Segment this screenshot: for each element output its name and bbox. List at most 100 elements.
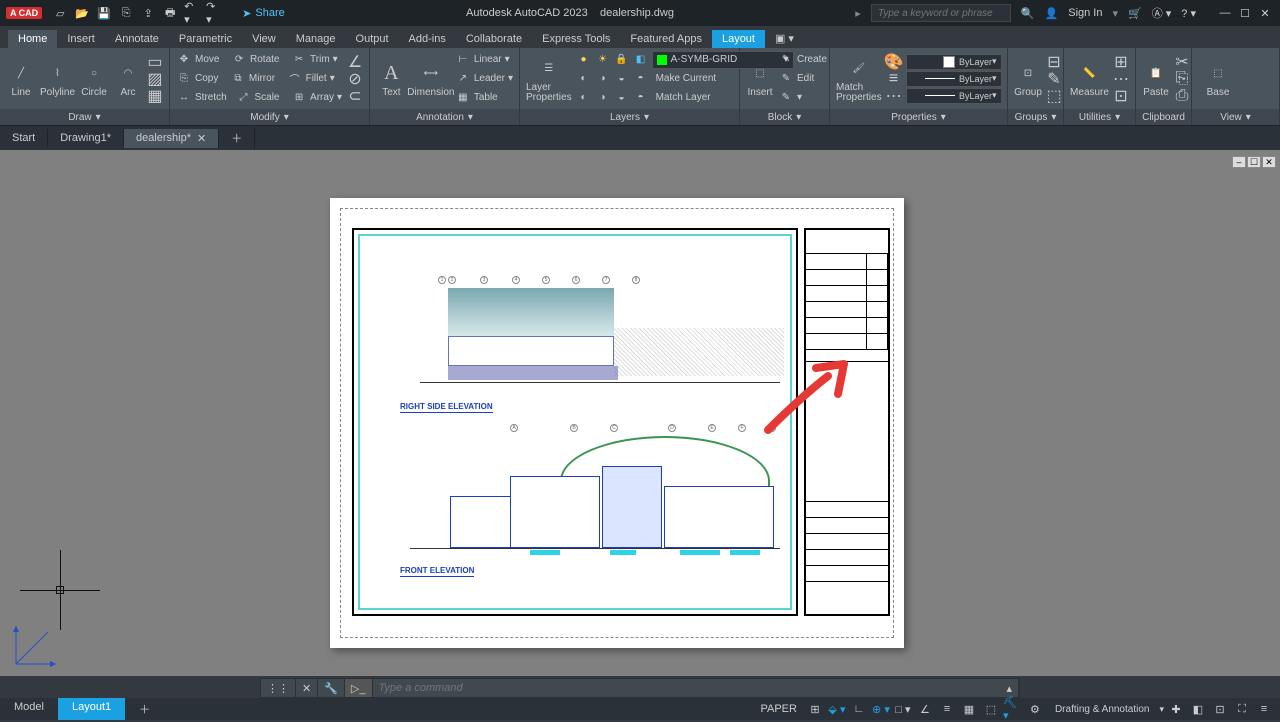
array-icon[interactable]: ⊞ [291, 90, 307, 106]
minimize-button[interactable]: — [1216, 5, 1234, 21]
match-layer-button[interactable]: Match Layer [656, 92, 711, 103]
layer-off-icon[interactable]: ● [576, 52, 592, 68]
insert-button[interactable]: ⬚Insert [746, 59, 774, 98]
inner-close[interactable]: ✕ [1262, 156, 1276, 168]
line-button[interactable]: ╱Line [6, 59, 36, 98]
layer-freeze-icon[interactable]: ☀ [595, 52, 611, 68]
grid-icon[interactable]: ⊞ [805, 700, 825, 718]
help-icon[interactable]: ? ▾ [1181, 7, 1196, 20]
tab-insert[interactable]: Insert [57, 30, 105, 48]
search-input[interactable] [871, 4, 1011, 22]
ungroup-icon[interactable]: ⊟ [1046, 54, 1062, 70]
stretch-button[interactable]: Stretch [195, 92, 227, 103]
workspace-select[interactable]: Drafting & Annotation [1047, 704, 1158, 715]
publish-icon[interactable]: ⇪ [140, 5, 156, 21]
scale-button[interactable]: Scale [254, 92, 279, 103]
move-button[interactable]: Move [195, 54, 219, 65]
paste-button[interactable]: 📋Paste [1142, 59, 1170, 98]
tab-express[interactable]: Express Tools [532, 30, 620, 48]
polar-icon[interactable]: ⊕ ▾ [871, 700, 891, 718]
trim-icon[interactable]: ✂ [291, 52, 307, 68]
close-tab-icon[interactable]: ✕ [197, 132, 206, 145]
layer-mic7-icon[interactable]: ◒ [614, 90, 630, 106]
create-block-button[interactable]: ✎Create [778, 51, 827, 69]
isolate-icon[interactable]: ◧ [1188, 700, 1208, 718]
cut-icon[interactable]: ✂ [1174, 54, 1190, 70]
panel-draw-label[interactable]: Draw ▾ [0, 109, 169, 125]
circle-button[interactable]: ○Circle [79, 59, 109, 98]
layer-mic3-icon[interactable]: ◒ [614, 71, 630, 87]
offset-icon[interactable]: ⊂ [347, 88, 363, 104]
filetab-dealership[interactable]: dealership*✕ [124, 129, 219, 148]
layer-mic6-icon[interactable]: ◑ [595, 90, 611, 106]
panel-view-label[interactable]: View ▾ [1192, 109, 1279, 125]
open-icon[interactable]: 📂 [74, 5, 90, 21]
ortho-icon[interactable]: ∟ [849, 700, 869, 718]
user-icon[interactable]: 👤 [1045, 7, 1059, 20]
edit-block-button[interactable]: ✎Edit [778, 70, 827, 88]
make-current-button[interactable]: Make Current [656, 73, 717, 84]
cart-icon[interactable]: 🛒 [1128, 7, 1142, 20]
trim-button[interactable]: Trim [310, 54, 330, 65]
tab-extra[interactable]: ▣ ▾ [765, 29, 804, 48]
dimension-button[interactable]: ⟷Dimension [411, 59, 451, 98]
new-layout-tab[interactable]: ＋ [125, 698, 164, 720]
search-arrow-icon[interactable]: ▸ [855, 7, 861, 20]
rotate-button[interactable]: Rotate [250, 54, 279, 65]
match-properties-button[interactable]: 🖌Match Properties [836, 55, 882, 103]
clean-screen-icon[interactable]: ⛶ [1232, 700, 1252, 718]
layer-iso-icon[interactable]: ◧ [633, 52, 649, 68]
tab-home[interactable]: Home [8, 30, 57, 48]
cmd-customize-icon[interactable]: 🔧 [318, 679, 345, 697]
fillet-icon[interactable]: ⌒ [287, 71, 303, 87]
lineweight-status-icon[interactable]: ≡ [937, 700, 957, 718]
scale-icon[interactable]: ⤢ [235, 90, 251, 106]
leader-button[interactable]: ↗Leader ▾ [455, 70, 513, 88]
paste2-icon[interactable]: ⎙ [1174, 88, 1190, 104]
transparency-icon[interactable]: ▦ [959, 700, 979, 718]
array-button[interactable]: Array [310, 92, 334, 103]
filetab-start[interactable]: Start [0, 129, 48, 147]
command-input[interactable] [373, 682, 1001, 694]
region-icon[interactable]: ▦ [147, 88, 163, 104]
cmd-close-icon[interactable]: ✕ [296, 679, 318, 697]
block-attr-button[interactable]: ✎▾ [778, 89, 827, 107]
redo-icon[interactable]: ↷ ▾ [206, 5, 222, 21]
util2-icon[interactable]: ⋯ [1113, 71, 1129, 87]
new-tab-button[interactable]: ＋ [219, 127, 255, 149]
panel-utilities-label[interactable]: Utilities ▾ [1064, 109, 1135, 125]
save-icon[interactable]: 💾 [96, 5, 112, 21]
copy-icon[interactable]: ⎘ [176, 71, 192, 87]
layer-properties-button[interactable]: ☰Layer Properties [526, 55, 572, 103]
stretch-icon[interactable]: ↔ [176, 90, 192, 106]
rotate-icon[interactable]: ⟳ [231, 52, 247, 68]
tab-annotate[interactable]: Annotate [105, 30, 169, 48]
tab-featured[interactable]: Featured Apps [620, 30, 712, 48]
rectangle-icon[interactable]: ▭ [147, 54, 163, 70]
panel-groups-label[interactable]: Groups ▾ [1008, 109, 1063, 125]
layer-mic1-icon[interactable]: ◐ [576, 71, 592, 87]
layer-lock-icon[interactable]: 🔒 [614, 52, 630, 68]
tab-view[interactable]: View [242, 30, 286, 48]
mirror-icon[interactable]: ⧉ [230, 71, 246, 87]
linear-button[interactable]: ⊢Linear ▾ [455, 51, 513, 69]
panel-properties-label[interactable]: Properties ▾ [830, 109, 1007, 125]
group-edit-icon[interactable]: ✎ [1046, 71, 1062, 87]
lineweight-combo[interactable]: ByLayer ▾ [906, 71, 1002, 87]
layer-mic5-icon[interactable]: ◐ [576, 90, 592, 106]
otrack-icon[interactable]: ∠ [915, 700, 935, 718]
linetype-combo[interactable]: ByLayer ▾ [906, 88, 1002, 104]
saveas-icon[interactable]: ⎘ [118, 5, 134, 21]
arc-button[interactable]: ◠Arc [113, 59, 143, 98]
share-button[interactable]: ➤ Share [242, 7, 285, 20]
app-exchange-icon[interactable]: Ⓐ ▾ [1152, 5, 1172, 21]
layout1-tab[interactable]: Layout1 [58, 698, 125, 720]
move-icon[interactable]: ✥ [176, 52, 192, 68]
panel-annotation-label[interactable]: Annotation ▾ [370, 109, 519, 125]
color-combo[interactable]: ByLayer ▾ [906, 54, 1002, 70]
util3-icon[interactable]: ⊡ [1113, 88, 1129, 104]
polyline-button[interactable]: ⌇Polyline [40, 59, 75, 98]
color-wheel-icon[interactable]: 🎨 [886, 54, 902, 70]
layer-mic2-icon[interactable]: ◑ [595, 71, 611, 87]
maximize-button[interactable]: ☐ [1236, 5, 1254, 21]
